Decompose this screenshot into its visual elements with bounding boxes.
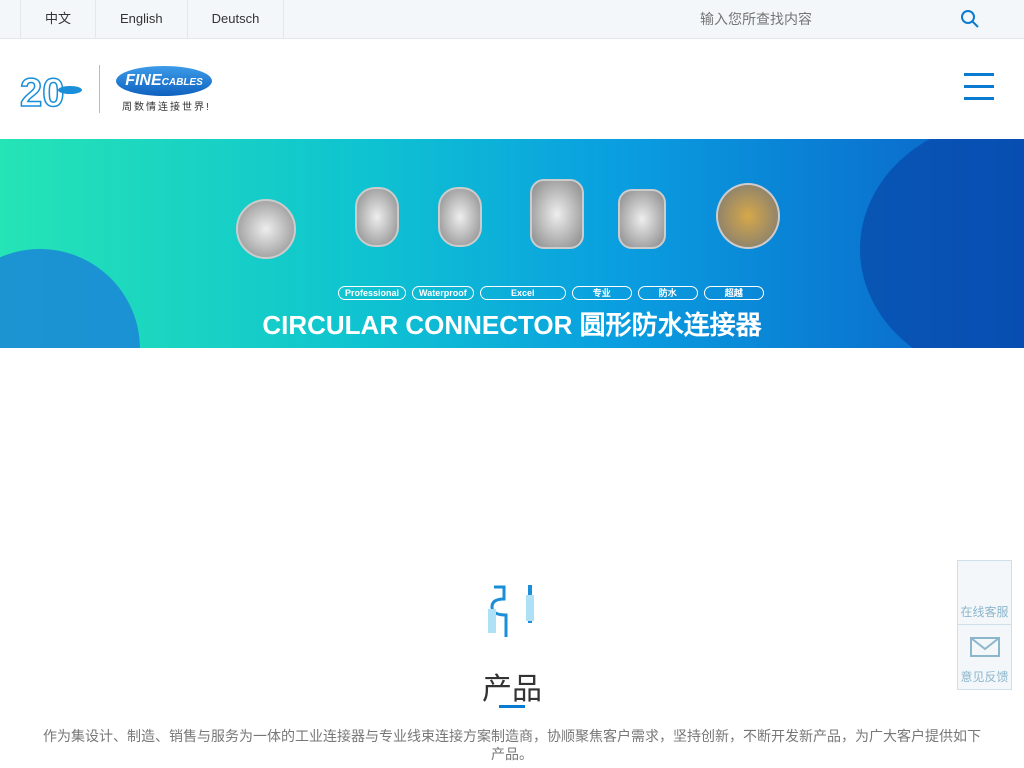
tag: Excel — [479, 286, 566, 300]
mail-icon — [969, 637, 1000, 657]
hero-banner[interactable]: Professional Waterproof Excel 专业 防水 超越 C… — [0, 139, 1024, 348]
language-switcher: 中文 English Deutsch — [20, 0, 285, 38]
product-cable-icon — [488, 585, 534, 637]
online-service-button[interactable]: 在线客服 — [958, 561, 1011, 625]
connector-image — [530, 179, 584, 249]
header: 20 FINECABLES 周数情连接世界! — [0, 39, 1024, 139]
search-icon[interactable] — [960, 9, 980, 29]
tag: Waterproof — [412, 286, 474, 300]
tag: 专业 — [571, 286, 632, 300]
floating-side-panel: 在线客服 意见反馈 — [957, 560, 1012, 690]
menu-button[interactable] — [964, 73, 994, 101]
title-underline — [499, 705, 525, 708]
anniversary-logo: 20 — [20, 70, 82, 112]
connector-image — [716, 183, 780, 249]
top-bar: 中文 English Deutsch — [0, 0, 1024, 39]
brand-logo[interactable]: FINECABLES — [116, 66, 212, 96]
connector-image — [236, 199, 296, 259]
connector-image — [355, 187, 399, 247]
logo-divider — [99, 65, 100, 113]
search-input[interactable] — [700, 0, 950, 38]
lang-chinese[interactable]: 中文 — [20, 0, 95, 38]
lang-deutsch[interactable]: Deutsch — [186, 0, 285, 38]
connector-image — [438, 187, 482, 247]
slogan: 周数情连接世界! — [122, 102, 211, 113]
tag: 防水 — [637, 286, 698, 300]
section-title: 产品 — [482, 673, 542, 706]
svg-text:20: 20 — [20, 71, 65, 112]
section-description: 作为集设计、制造、销售与服务为一体的工业连接器与专业线束连接方案制造商，协顺聚焦… — [43, 728, 981, 762]
tag: Professional — [338, 286, 407, 300]
banner-tags: Professional Waterproof Excel 专业 防水 超越 — [338, 286, 764, 300]
tag: 超越 — [703, 286, 764, 300]
banner-title: CIRCULAR CONNECTOR 圆形防水连接器 — [262, 310, 762, 340]
feedback-button[interactable]: 意见反馈 — [958, 625, 1011, 689]
lang-english[interactable]: English — [95, 0, 187, 38]
connector-image — [618, 189, 666, 249]
